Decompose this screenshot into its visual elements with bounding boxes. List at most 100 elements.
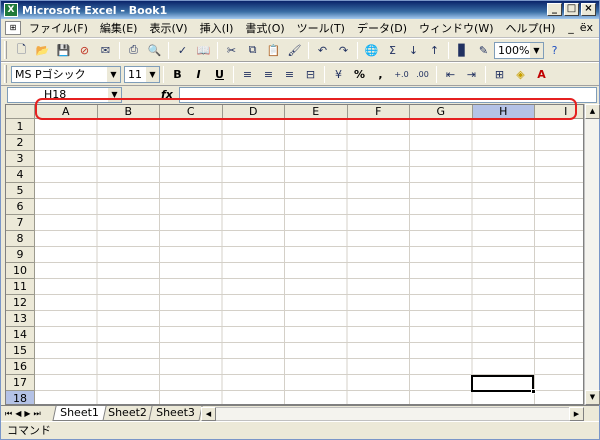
cell-grid[interactable] (35, 119, 583, 404)
align-center-icon[interactable]: ≡ (259, 65, 278, 84)
row-header-2[interactable]: 2 (6, 135, 35, 151)
vertical-scrollbar[interactable]: ▲ ▼ (584, 104, 600, 405)
toolbar-grip[interactable] (4, 41, 7, 59)
decrease-indent-icon[interactable]: ⇤ (441, 65, 460, 84)
save-icon[interactable]: 💾 (54, 41, 73, 60)
horizontal-scrollbar[interactable]: ◀ ▶ (201, 407, 584, 421)
minimize-button[interactable]: _ (547, 3, 562, 16)
email-icon[interactable]: ✉ (96, 41, 115, 60)
excel-icon[interactable]: X (4, 3, 18, 17)
workbook-icon[interactable]: ⊞ (5, 21, 21, 35)
borders-icon[interactable]: ⊞ (490, 65, 509, 84)
row-header-18[interactable]: 18 (6, 391, 35, 404)
row-header-5[interactable]: 5 (6, 183, 35, 199)
align-left-icon[interactable]: ≡ (238, 65, 257, 84)
row-header-16[interactable]: 16 (6, 359, 35, 375)
row-header-6[interactable]: 6 (6, 199, 35, 215)
scroll-left-button[interactable]: ◀ (201, 407, 216, 421)
print-preview-icon[interactable]: 🔍 (145, 41, 164, 60)
font-name-select[interactable]: MS Pゴシック ▼ (11, 65, 121, 83)
currency-icon[interactable]: ¥ (329, 65, 348, 84)
menu-tools[interactable]: ツール(T) (291, 20, 351, 36)
italic-button[interactable]: I (189, 65, 208, 84)
increase-decimal-icon[interactable]: +.0 (392, 65, 411, 84)
chevron-down-icon[interactable]: ▼ (146, 66, 159, 82)
paste-icon[interactable]: 📋 (264, 41, 283, 60)
menu-view[interactable]: 表示(V) (143, 20, 193, 36)
row-header-14[interactable]: 14 (6, 327, 35, 343)
scroll-right-button[interactable]: ▶ (569, 407, 584, 421)
menu-insert[interactable]: 挿入(I) (194, 20, 240, 36)
row-header-1[interactable]: 1 (6, 119, 35, 135)
menu-data[interactable]: データ(D) (351, 20, 413, 36)
zoom-select[interactable]: 100% ▼ (494, 41, 544, 59)
research-icon[interactable]: 📖 (194, 41, 213, 60)
undo-icon[interactable]: ↶ (313, 41, 332, 60)
permission-icon[interactable]: ⊘ (75, 41, 94, 60)
underline-button[interactable]: U (210, 65, 229, 84)
font-size-select[interactable]: 11 ▼ (124, 65, 160, 83)
row-header-9[interactable]: 9 (6, 247, 35, 263)
row-header-4[interactable]: 4 (6, 167, 35, 183)
hyperlink-icon[interactable]: 🌐 (362, 41, 381, 60)
row-header-12[interactable]: 12 (6, 295, 35, 311)
decrease-decimal-icon[interactable]: .00 (413, 65, 432, 84)
font-color-icon[interactable]: A (532, 65, 551, 84)
last-sheet-icon[interactable]: ⏭ (34, 409, 41, 419)
close-button[interactable]: × (581, 3, 596, 16)
sort-ascending-icon[interactable]: ↓ (404, 41, 423, 60)
sort-descending-icon[interactable]: ↑ (425, 41, 444, 60)
copy-icon[interactable]: ⧉ (243, 41, 262, 60)
row-header-7[interactable]: 7 (6, 215, 35, 231)
chevron-down-icon[interactable]: ▼ (530, 42, 543, 58)
scroll-down-button[interactable]: ▼ (585, 390, 600, 405)
row-header-17[interactable]: 17 (6, 375, 35, 391)
row-header-8[interactable]: 8 (6, 231, 35, 247)
scroll-up-button[interactable]: ▲ (585, 104, 600, 119)
comma-button[interactable]: , (371, 65, 390, 84)
align-right-icon[interactable]: ≡ (280, 65, 299, 84)
print-icon[interactable]: ⎙ (124, 41, 143, 60)
bold-button[interactable]: B (168, 65, 187, 84)
workbook-restore-button[interactable]: ёx (580, 21, 593, 34)
worksheet-grid[interactable]: ABCDEFGHI12345678910111213141516171819 (5, 104, 584, 405)
row-header-13[interactable]: 13 (6, 311, 35, 327)
fill-color-icon[interactable]: ◈ (511, 65, 530, 84)
redo-icon[interactable]: ↷ (334, 41, 353, 60)
menu-edit[interactable]: 編集(E) (94, 20, 144, 36)
first-sheet-icon[interactable]: ⏮ (5, 409, 12, 419)
toolbar-grip[interactable] (4, 65, 7, 83)
sheet-tab-1[interactable]: Sheet1 (52, 406, 107, 421)
row-header-3[interactable]: 3 (6, 151, 35, 167)
row-header-15[interactable]: 15 (6, 343, 35, 359)
open-folder-icon[interactable]: 📂 (33, 41, 52, 60)
fill-handle[interactable] (531, 389, 536, 394)
row-header-11[interactable]: 11 (6, 279, 35, 295)
menu-file[interactable]: ファイル(F) (23, 20, 94, 36)
title-bar[interactable]: X Microsoft Excel - Book1 _ □ × (1, 1, 599, 19)
chevron-down-icon[interactable]: ▼ (107, 66, 120, 82)
active-cell[interactable] (471, 375, 536, 394)
chart-wizard-icon[interactable]: ▊ (453, 41, 472, 60)
new-document-icon[interactable]: 🗋 (12, 41, 31, 60)
menu-format[interactable]: 書式(O) (239, 20, 290, 36)
menu-help[interactable]: ヘルプ(H) (500, 20, 562, 36)
prev-sheet-icon[interactable]: ◀ (15, 409, 21, 419)
format-painter-icon[interactable]: 🖌 (285, 41, 304, 60)
increase-indent-icon[interactable]: ⇥ (462, 65, 481, 84)
merge-center-icon[interactable]: ⊟ (301, 65, 320, 84)
next-sheet-icon[interactable]: ▶ (24, 409, 30, 419)
menu-window[interactable]: ウィンドウ(W) (413, 20, 499, 36)
row-header-10[interactable]: 10 (6, 263, 35, 279)
drawing-icon[interactable]: ✎ (474, 41, 493, 60)
autosum-icon[interactable]: Σ (383, 41, 402, 60)
spelling-icon[interactable]: ✓ (173, 41, 192, 60)
help-icon[interactable]: ? (545, 41, 564, 60)
maximize-button[interactable]: □ (564, 3, 579, 16)
workbook-minimize-button[interactable]: _ (568, 21, 574, 34)
sheet-tab-2[interactable]: Sheet2 (100, 406, 155, 421)
cut-icon[interactable]: ✂ (222, 41, 241, 60)
percent-button[interactable]: % (350, 65, 369, 84)
select-all-button[interactable] (6, 105, 35, 119)
sheet-tab-3[interactable]: Sheet3 (148, 406, 203, 421)
